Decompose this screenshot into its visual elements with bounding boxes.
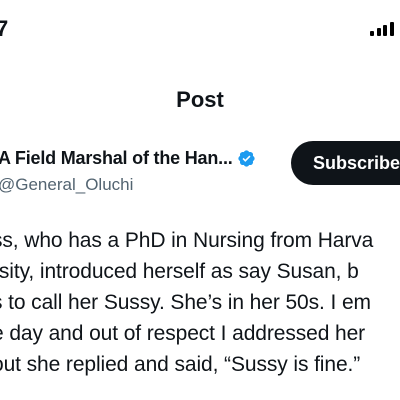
post-text-line: rsity, introduced herself as say Susan, … xyxy=(0,260,359,283)
status-icons xyxy=(370,22,394,36)
author-info[interactable]: A Field Marshal of the Han... @General_O… xyxy=(0,146,298,197)
cellular-signal-icon xyxy=(370,22,394,36)
post-text: ss, who has a PhD in Nursing from Harva … xyxy=(0,225,400,380)
subscribe-button[interactable]: Subscribe xyxy=(291,141,400,185)
post-text-line: s to call her Sussy. She’s in her 50s. I… xyxy=(0,291,371,314)
post-text-line: ss, who has a PhD in Nursing from Harva xyxy=(0,229,374,252)
page-title: Post xyxy=(176,87,224,112)
author-display-name[interactable]: A Field Marshal of the Han... xyxy=(0,146,233,170)
post-text-line: e day and out of respect I addressed her xyxy=(0,322,366,345)
author-handle[interactable]: @General_Oluchi xyxy=(0,173,298,197)
status-time: 7 xyxy=(0,16,8,41)
verified-badge-icon xyxy=(237,149,255,167)
post-text-line: out she replied and said, “Sussy is fine… xyxy=(0,353,361,376)
post-screen: 7 Post A Field Marshal of the Han... @Ge… xyxy=(0,0,400,400)
